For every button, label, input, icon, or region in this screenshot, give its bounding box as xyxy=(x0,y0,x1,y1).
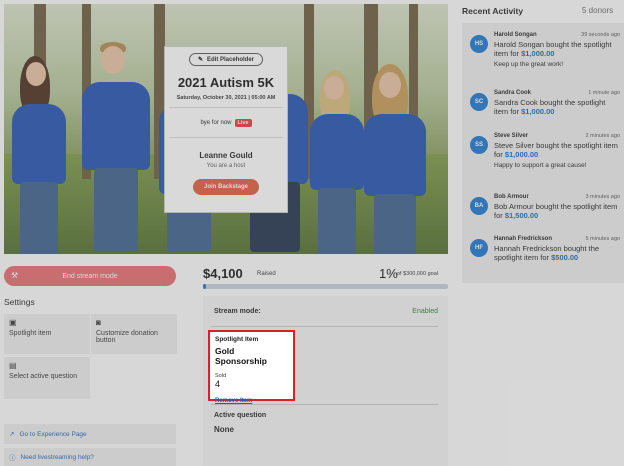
goal-progress-bar xyxy=(203,284,448,289)
live-badge: Live xyxy=(234,119,252,127)
spotlight-label: Spotlight Item xyxy=(215,336,259,343)
activity-feed: HS Harold Songan 39 seconds ago Harold S… xyxy=(462,23,624,283)
spotlight-name: Gold Sponsorship xyxy=(215,346,267,366)
activity-message: Sandra Cook bought the spotlight item fo… xyxy=(494,98,606,116)
divider xyxy=(211,326,438,327)
livestream-help-link[interactable]: ⓘ Need livestreaming help? xyxy=(4,448,176,466)
experience-page-link[interactable]: ↗ Go to Experience Page xyxy=(4,424,176,444)
end-stream-label: End stream mode xyxy=(62,272,118,280)
tile-label: Customize donation button xyxy=(96,330,158,344)
raised-amount: $4,100 xyxy=(203,266,243,281)
spotlight-icon: ▣ xyxy=(9,318,17,327)
avatar: BA xyxy=(470,197,488,215)
donation-amount: $1,000.00 xyxy=(521,48,555,58)
raised-label: Raised xyxy=(257,271,276,277)
link-label: Need livestreaming help? xyxy=(20,453,94,461)
donor-comment: Happy to support a great cause! xyxy=(494,162,587,169)
donor-name: Sandra Cook xyxy=(494,90,532,96)
active-question-label: Active question xyxy=(214,412,267,419)
settings-title: Settings xyxy=(4,297,35,307)
progress-fill xyxy=(203,284,207,289)
spotlight-item-card: Spotlight Item Gold Sponsorship Sold 4 R… xyxy=(208,330,295,404)
activity-time: 3 minutes ago xyxy=(585,194,620,200)
donation-button-icon: ◙ xyxy=(96,318,101,327)
activity-item: SC Sandra Cook 1 minute ago Sandra Cook … xyxy=(470,87,620,127)
tools-icon: ⚒ xyxy=(11,271,19,280)
activity-message: Bob Armour bought the spotlight item for… xyxy=(494,202,618,220)
stream-mode-value: Enabled xyxy=(412,308,438,315)
event-title: 2021 Autism 5K xyxy=(177,75,275,90)
edit-icon: ✎ xyxy=(197,57,203,63)
stream-mode-label: Stream mode: xyxy=(214,308,261,315)
spotlight-item-tile[interactable]: ▣ Spotlight item xyxy=(4,314,90,354)
activity-time: 1 minute ago xyxy=(588,90,620,96)
donation-amount: $1,500.00 xyxy=(504,210,539,220)
question-icon: ▤ xyxy=(9,361,17,370)
event-date: Saturday, October 30, 2021 | 05:00 AM xyxy=(176,95,276,101)
donor-name: Steve Silver xyxy=(494,133,529,139)
donation-amount: $500.00 xyxy=(551,252,579,262)
remove-item-link[interactable]: Remove Item xyxy=(215,398,252,404)
donation-amount: $1,000.00 xyxy=(504,149,539,159)
activity-item: BA Bob Armour 3 minutes ago Bob Armour b… xyxy=(470,191,620,231)
donation-amount: $1,000.00 xyxy=(521,106,555,116)
divider xyxy=(169,137,283,138)
active-question-value: None xyxy=(214,425,234,434)
activity-item: HF Hannah Fredrickson 5 minutes ago Hann… xyxy=(470,233,620,273)
activity-message: Harold Songan bought the spotlight item … xyxy=(494,40,620,69)
avatar: HS xyxy=(470,35,488,53)
donor-count: 5 donors xyxy=(582,6,614,15)
stream-status-text: bye for now xyxy=(200,120,232,126)
end-stream-button[interactable]: ⚒ End stream mode xyxy=(4,266,176,286)
activity-time: 2 minutes ago xyxy=(585,133,620,139)
edit-placeholder-button[interactable]: ✎ Edit Placeholder xyxy=(188,53,264,66)
avatar: SC xyxy=(470,93,488,111)
recent-activity-title: Recent Activity xyxy=(462,6,524,16)
activity-time: 5 minutes ago xyxy=(585,236,620,242)
tile-label: Select active question xyxy=(9,373,78,380)
avatar: HF xyxy=(470,239,488,257)
tile-label: Spotlight item xyxy=(9,330,52,337)
divider xyxy=(169,107,283,108)
avatar: SS xyxy=(470,136,488,154)
donor-name: Bob Armour xyxy=(494,194,529,200)
donor-comment: Keep up the great work! xyxy=(494,61,564,68)
external-link-icon: ↗ xyxy=(9,431,15,438)
edit-placeholder-label: Edit Placeholder xyxy=(207,56,255,63)
host-name: Leanne Gould xyxy=(199,151,253,160)
activity-message: Steve Silver bought the spotlight item f… xyxy=(494,141,620,170)
activity-item: HS Harold Songan 39 seconds ago Harold S… xyxy=(470,29,620,81)
customize-donation-tile[interactable]: ◙ Customize donation button xyxy=(91,314,177,354)
host-role: You are a host xyxy=(206,163,246,169)
link-label: Go to Experience Page xyxy=(19,430,87,438)
select-question-tile[interactable]: ▤ Select active question xyxy=(4,357,90,399)
activity-item: SS Steve Silver 2 minutes ago Steve Silv… xyxy=(470,130,620,182)
goal-text: of $300,000 goal xyxy=(397,271,438,277)
join-backstage-button[interactable]: Join Backstage xyxy=(192,179,260,195)
sold-value: 4 xyxy=(215,379,221,389)
stream-status-row: bye for now Live xyxy=(165,119,287,127)
donor-name: Hannah Fredrickson xyxy=(494,236,553,242)
help-icon: ⓘ xyxy=(9,455,16,462)
event-card: ✎ Edit Placeholder 2021 Autism 5K Saturd… xyxy=(164,46,288,213)
goal-percent: 1% xyxy=(379,266,398,281)
activity-message: Hannah Fredrickson bought the spotlight … xyxy=(494,244,600,262)
donor-name: Harold Songan xyxy=(494,32,537,38)
activity-time: 39 seconds ago xyxy=(581,32,620,38)
